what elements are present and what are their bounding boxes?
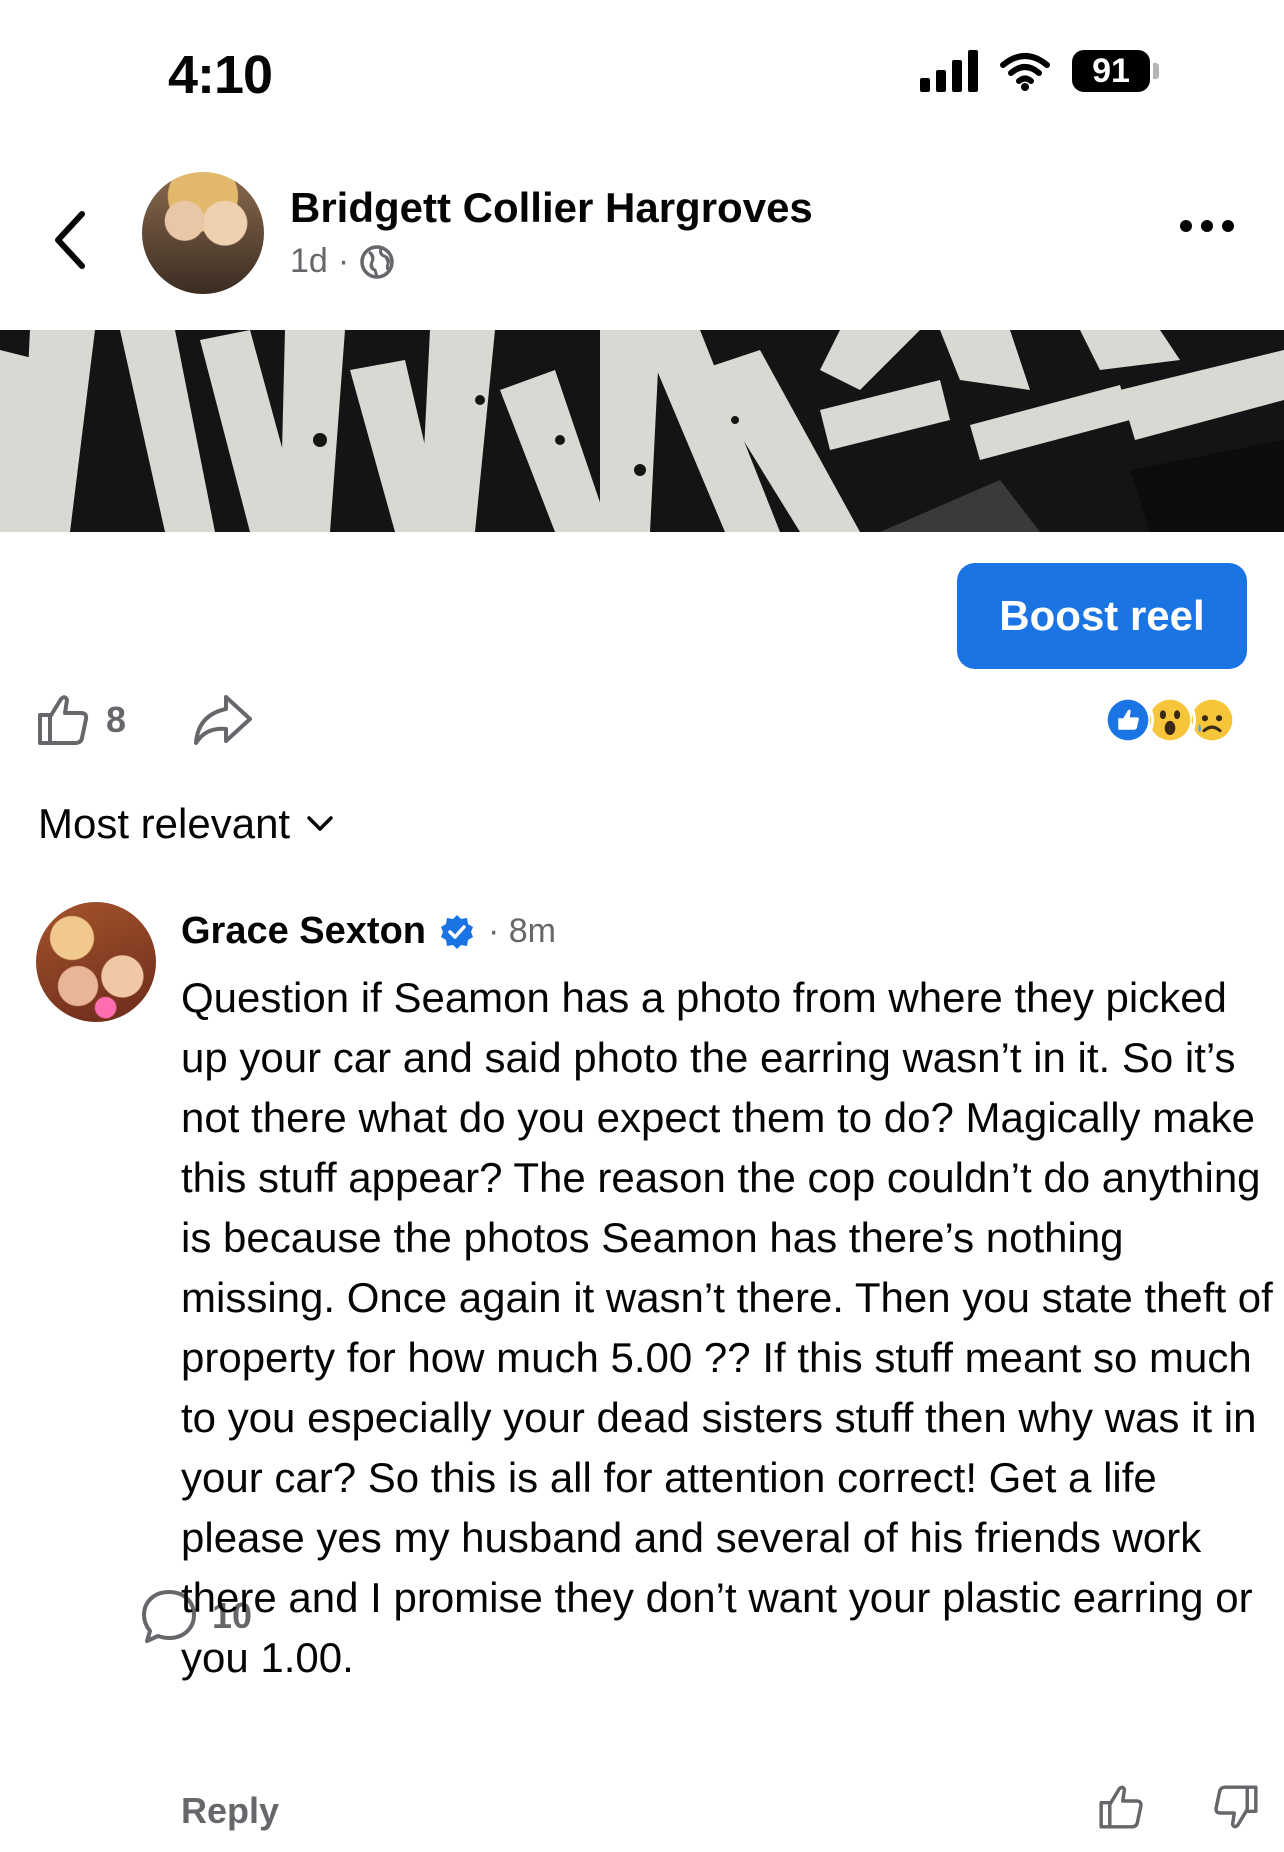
meta-separator: · [337, 242, 350, 280]
more-horizontal-icon [1180, 220, 1192, 232]
wifi-icon [1000, 53, 1050, 91]
signal-icon [920, 50, 978, 92]
comment-dislike-button[interactable] [1211, 1782, 1261, 1837]
reel-image [0, 330, 1284, 532]
comment-sort-dropdown[interactable]: Most relevant [38, 800, 334, 848]
commenter-name[interactable]: Grace Sexton [181, 910, 426, 953]
battery-level: 91 [1072, 50, 1150, 92]
status-time: 4:10 [168, 45, 273, 105]
thumbs-up-icon [38, 695, 89, 745]
sort-label: Most relevant [38, 800, 291, 847]
share-arrow-icon [194, 695, 253, 745]
commenter-avatar[interactable] [36, 902, 156, 1022]
reel-thumbnail[interactable] [0, 330, 1284, 532]
chevron-down-icon [307, 816, 333, 831]
post-meta: 1d · [290, 242, 395, 281]
status-bar: 4:10 91 [0, 0, 1284, 150]
reply-button[interactable]: Reply [181, 1790, 279, 1832]
post-age: 1d [290, 242, 328, 280]
verified-badge-icon [441, 914, 473, 949]
chevron-left-icon [55, 211, 85, 269]
comment-header: Grace Sexton · 8m [181, 910, 556, 953]
status-icons: 91 [920, 50, 1159, 92]
share-button[interactable] [192, 691, 254, 749]
back-button[interactable] [40, 200, 100, 280]
reactions-summary[interactable] [1102, 694, 1252, 748]
like-reaction-icon [1102, 694, 1154, 746]
thumbs-up-icon [1099, 1785, 1143, 1829]
battery-icon: 91 [1072, 50, 1159, 92]
poster-avatar[interactable] [142, 172, 264, 294]
poster-name[interactable]: Bridgett Collier Hargroves [290, 184, 813, 232]
post-header: Bridgett Collier Hargroves 1d · [0, 160, 1284, 320]
thumbs-down-icon [1214, 1785, 1258, 1829]
post-actions: 8 10 [34, 685, 254, 1643]
comment-like-button[interactable] [1096, 1782, 1146, 1837]
boost-reel-button[interactable]: Boost reel [957, 563, 1247, 669]
globe-icon[interactable] [359, 244, 395, 280]
like-button[interactable]: 8 [34, 691, 126, 749]
comment-time: · 8m [488, 912, 556, 950]
comment-text: Question if Seamon has a photo from wher… [181, 974, 1273, 1681]
more-options-button[interactable] [1180, 220, 1234, 232]
comment-footer: Reply [181, 1782, 1258, 1842]
like-count: 8 [106, 699, 127, 740]
